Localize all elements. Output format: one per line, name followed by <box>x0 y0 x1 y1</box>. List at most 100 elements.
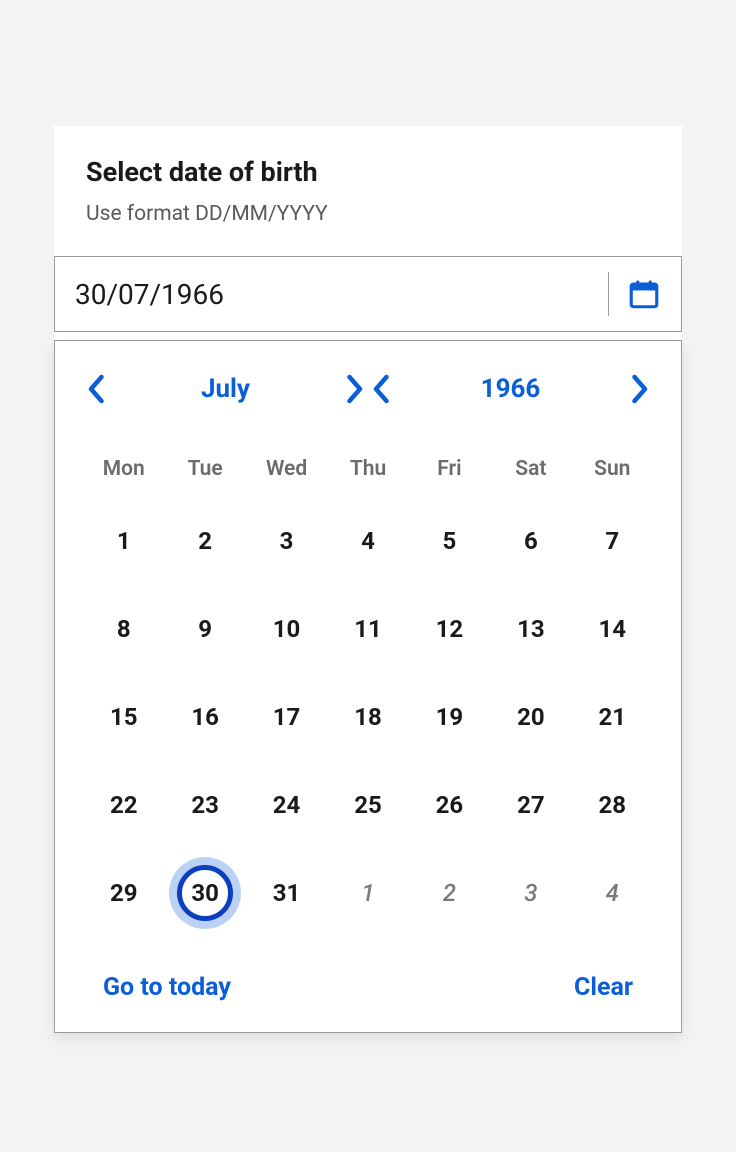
day-number: 19 <box>436 703 464 731</box>
day-number: 12 <box>436 615 464 643</box>
day-number: 10 <box>273 615 301 643</box>
day-number: 8 <box>117 615 131 643</box>
date-picker-card: Select date of birth Use format DD/MM/YY… <box>54 126 682 1033</box>
weekday-label: Fri <box>409 457 490 481</box>
month-nav: July <box>83 374 368 404</box>
day-cell[interactable]: 11 <box>327 585 408 673</box>
day-cell[interactable]: 13 <box>490 585 571 673</box>
day-number: 9 <box>198 615 212 643</box>
day-cell[interactable]: 27 <box>490 761 571 849</box>
day-number: 24 <box>273 791 301 819</box>
chevron-right-icon <box>630 374 648 404</box>
day-cell[interactable]: 21 <box>572 673 653 761</box>
day-cell[interactable]: 1 <box>83 497 164 585</box>
day-number: 1 <box>117 527 131 555</box>
chevron-left-icon <box>88 374 106 404</box>
year-label[interactable]: 1966 <box>481 374 541 404</box>
day-number: 7 <box>605 527 619 555</box>
day-cell-selected[interactable]: 30 <box>164 849 245 937</box>
day-cell-other-month[interactable]: 4 <box>572 849 653 937</box>
weekday-header: Mon Tue Wed Thu Fri Sat Sun <box>83 457 653 481</box>
day-number: 4 <box>361 527 375 555</box>
day-number: 23 <box>191 791 219 819</box>
day-number: 25 <box>354 791 382 819</box>
month-label[interactable]: July <box>201 374 250 404</box>
day-number: 16 <box>191 703 219 731</box>
day-number: 27 <box>517 791 545 819</box>
next-year-button[interactable] <box>625 375 653 403</box>
day-number: 11 <box>354 615 382 643</box>
day-number: 31 <box>273 879 301 907</box>
prev-month-button[interactable] <box>83 375 111 403</box>
calendar-icon[interactable] <box>627 277 661 311</box>
page-title: Select date of birth <box>54 156 682 188</box>
day-cell[interactable]: 9 <box>164 585 245 673</box>
day-cell[interactable]: 6 <box>490 497 571 585</box>
input-divider <box>608 272 609 316</box>
day-number: 2 <box>198 527 212 555</box>
calendar-footer: Go to today Clear <box>83 973 653 1002</box>
calendar-popup: July 1966 Mon Tue Wed Thu Fri Sat <box>54 340 682 1033</box>
day-cell[interactable]: 31 <box>246 849 327 937</box>
clear-button[interactable]: Clear <box>574 973 633 1002</box>
chevron-left-icon <box>373 374 391 404</box>
day-cell[interactable]: 17 <box>246 673 327 761</box>
day-number: 26 <box>436 791 464 819</box>
day-cell[interactable]: 18 <box>327 673 408 761</box>
day-number: 3 <box>524 879 537 907</box>
day-cell[interactable]: 20 <box>490 673 571 761</box>
day-number: 17 <box>273 703 301 731</box>
day-number: 15 <box>110 703 138 731</box>
calendar-nav: July 1966 <box>83 367 653 411</box>
day-cell-other-month[interactable]: 3 <box>490 849 571 937</box>
day-number: 5 <box>443 527 457 555</box>
day-cell[interactable]: 22 <box>83 761 164 849</box>
day-cell[interactable]: 29 <box>83 849 164 937</box>
day-number: 6 <box>524 527 538 555</box>
day-cell[interactable]: 3 <box>246 497 327 585</box>
day-cell-other-month[interactable]: 1 <box>327 849 408 937</box>
weekday-label: Thu <box>327 457 408 481</box>
go-to-today-button[interactable]: Go to today <box>103 973 231 1002</box>
day-cell[interactable]: 15 <box>83 673 164 761</box>
day-number: 21 <box>599 703 627 731</box>
day-cell[interactable]: 19 <box>409 673 490 761</box>
year-nav: 1966 <box>368 374 653 404</box>
day-cell[interactable]: 4 <box>327 497 408 585</box>
input-right-group <box>608 257 661 331</box>
day-number: 29 <box>110 879 138 907</box>
day-cell[interactable]: 26 <box>409 761 490 849</box>
day-cell[interactable]: 5 <box>409 497 490 585</box>
day-cell[interactable]: 2 <box>164 497 245 585</box>
day-number: 14 <box>599 615 627 643</box>
day-number: 20 <box>517 703 545 731</box>
day-number: 18 <box>354 703 382 731</box>
day-cell[interactable]: 25 <box>327 761 408 849</box>
weekday-label: Sat <box>490 457 571 481</box>
weekday-label: Tue <box>164 457 245 481</box>
format-hint: Use format DD/MM/YYYY <box>54 202 682 226</box>
day-number: 2 <box>443 879 456 907</box>
day-cell[interactable]: 12 <box>409 585 490 673</box>
day-cell[interactable]: 14 <box>572 585 653 673</box>
prev-year-button[interactable] <box>368 375 396 403</box>
day-number: 28 <box>599 791 627 819</box>
date-input-row <box>54 256 682 332</box>
days-grid: 1234567891011121314151617181920212223242… <box>83 497 653 937</box>
day-cell[interactable]: 10 <box>246 585 327 673</box>
weekday-label: Wed <box>246 457 327 481</box>
next-month-button[interactable] <box>340 375 368 403</box>
day-cell[interactable]: 24 <box>246 761 327 849</box>
day-number: 3 <box>280 527 294 555</box>
day-number: 22 <box>110 791 138 819</box>
day-cell[interactable]: 8 <box>83 585 164 673</box>
chevron-right-icon <box>345 374 363 404</box>
day-cell[interactable]: 16 <box>164 673 245 761</box>
day-cell[interactable]: 28 <box>572 761 653 849</box>
day-cell[interactable]: 7 <box>572 497 653 585</box>
date-input[interactable] <box>75 278 485 311</box>
day-cell-other-month[interactable]: 2 <box>409 849 490 937</box>
day-cell[interactable]: 23 <box>164 761 245 849</box>
day-number: 13 <box>517 615 545 643</box>
weekday-label: Mon <box>83 457 164 481</box>
